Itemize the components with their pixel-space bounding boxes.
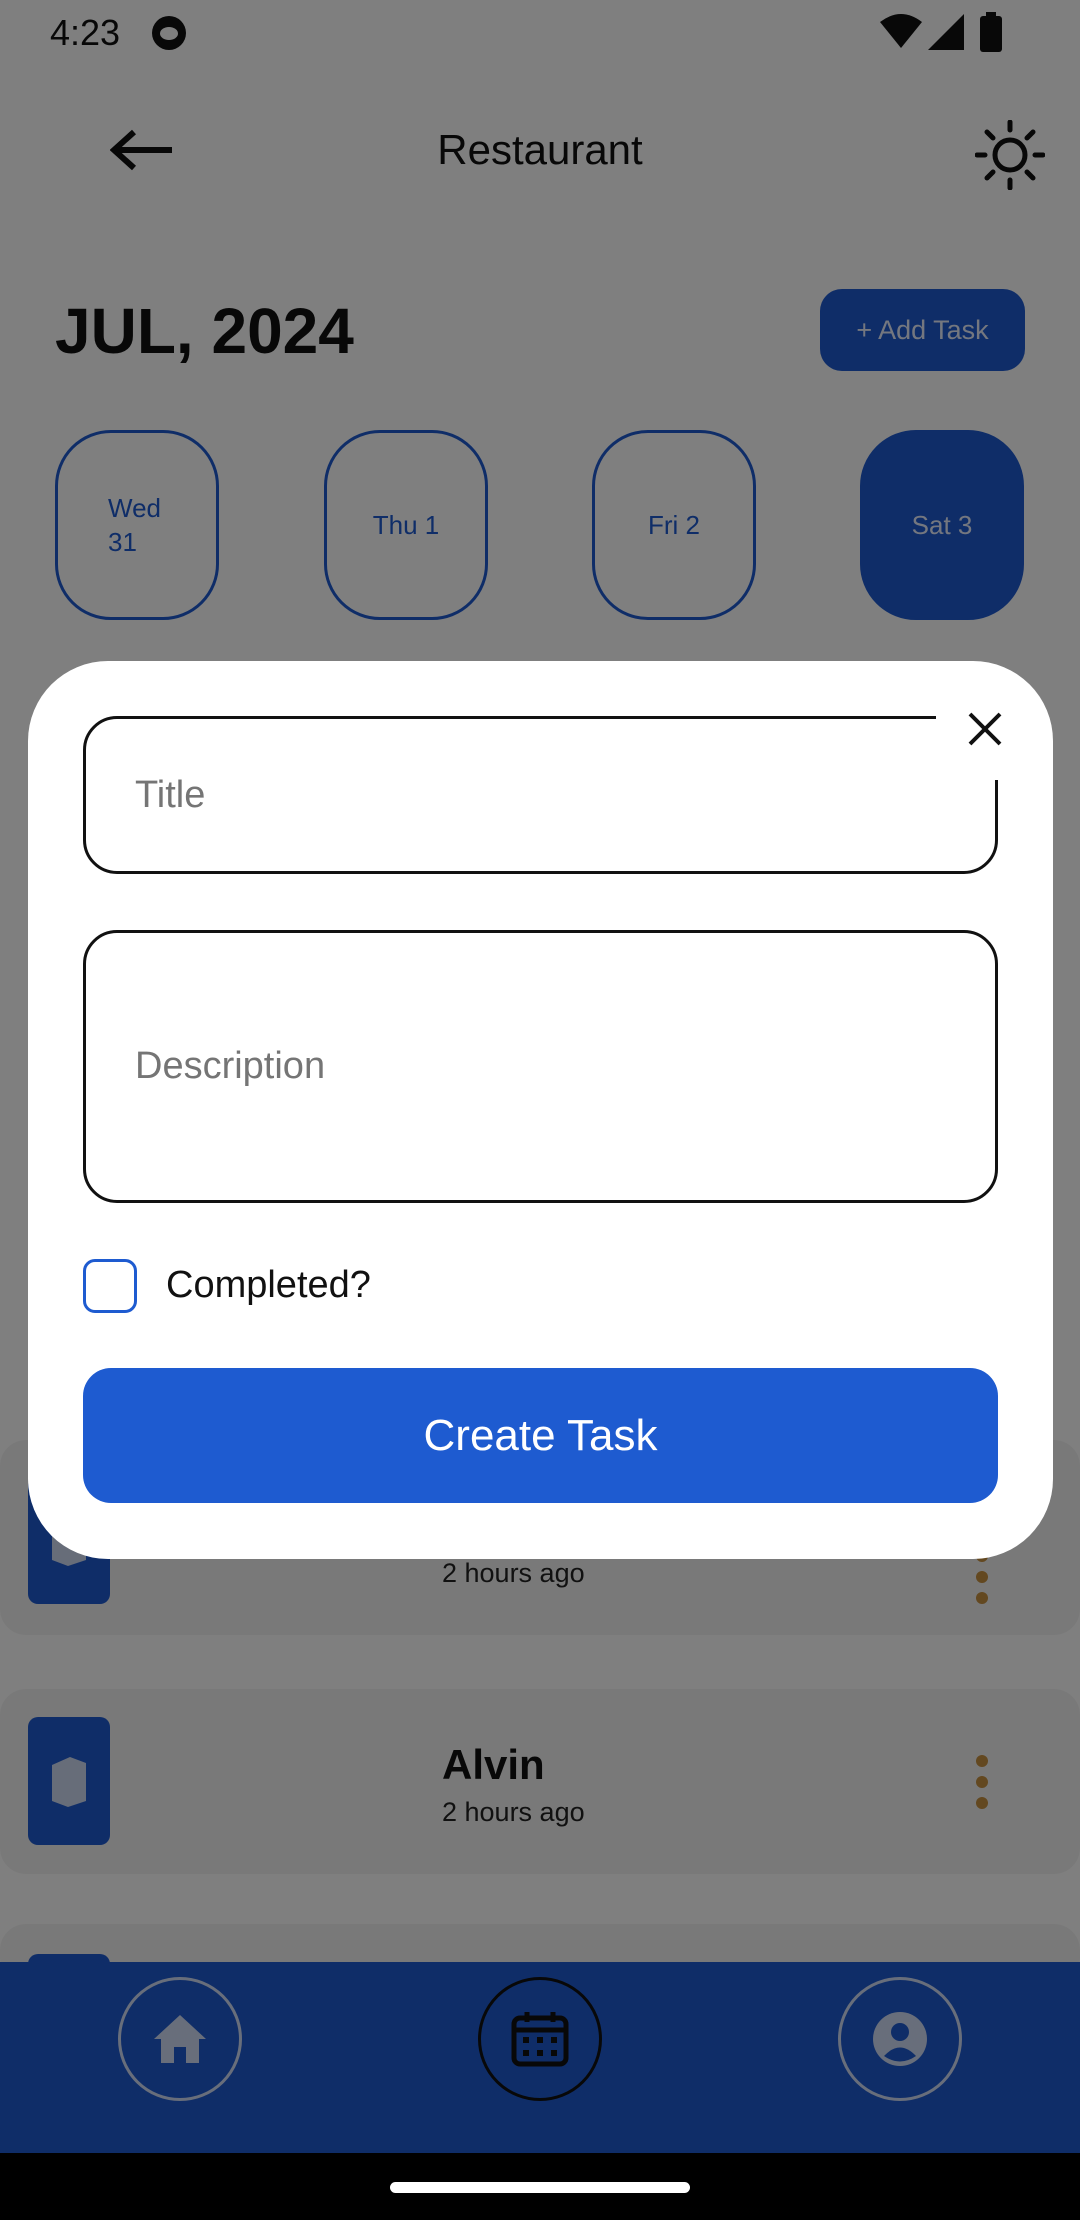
close-icon — [968, 712, 1002, 746]
completed-checkbox-label: Completed? — [166, 1264, 371, 1306]
completed-checkbox[interactable] — [83, 1259, 137, 1313]
close-dialog-button[interactable] — [955, 699, 1015, 759]
description-input[interactable] — [83, 930, 998, 1203]
title-input[interactable] — [83, 716, 998, 874]
create-task-button[interactable]: Create Task — [83, 1368, 998, 1503]
home-gesture-pill[interactable] — [390, 2182, 690, 2193]
